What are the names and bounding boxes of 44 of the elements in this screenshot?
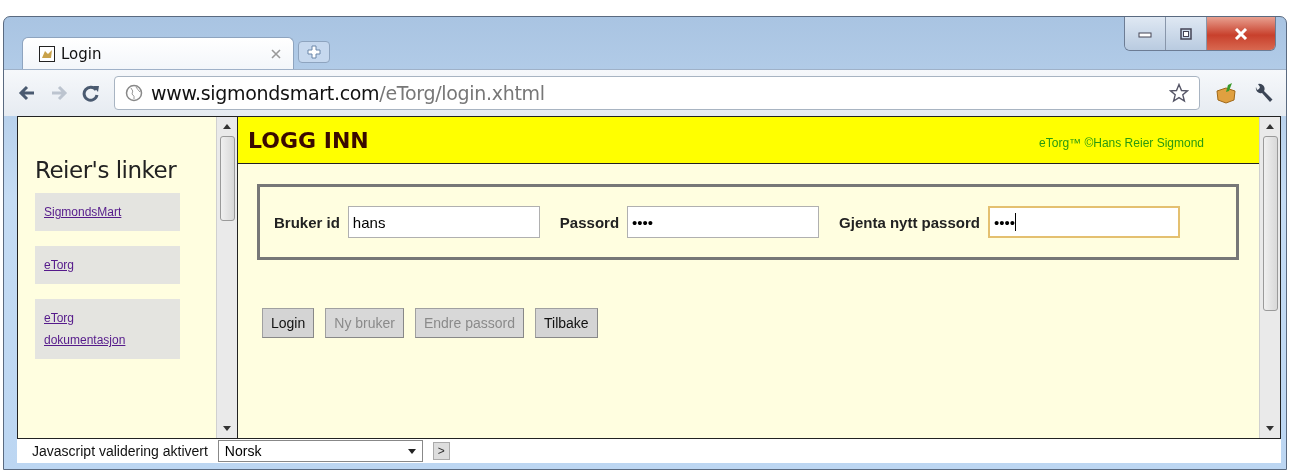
field-label: Passord xyxy=(559,213,620,231)
sidebar-link[interactable]: eTorg xyxy=(44,254,75,276)
sidebar-heading: Reier's linker xyxy=(35,157,178,183)
field-label: Gjenta nytt passord xyxy=(839,213,980,231)
dropdown-arrow-icon xyxy=(407,448,416,454)
globe-icon xyxy=(125,84,143,102)
page-title: LOGG INN xyxy=(248,127,369,153)
scrollbar[interactable] xyxy=(1259,117,1280,438)
minimize-button[interactable] xyxy=(1125,17,1165,50)
sidebar-link[interactable]: eTorg dokumentasjon xyxy=(44,307,149,351)
form-button[interactable]: Login xyxy=(262,308,315,338)
close-icon xyxy=(1234,27,1248,40)
sidebar-link[interactable]: SigmondsMart xyxy=(44,201,122,223)
url-text: www.sigmondsmart.com/eTorg/login.xhtml xyxy=(151,82,546,104)
new-tab-button[interactable] xyxy=(298,41,330,63)
reload-icon[interactable] xyxy=(82,84,100,102)
scrollbar[interactable] xyxy=(216,117,237,438)
minimize-icon xyxy=(1138,29,1152,38)
field-label: Bruker id xyxy=(274,213,340,231)
copyright-text: eTorg™ ©Hans Reier Sigmond xyxy=(1039,136,1204,150)
scroll-down-icon[interactable] xyxy=(1266,426,1274,431)
status-text: Javascript validering aktivert xyxy=(32,443,208,459)
plus-icon xyxy=(307,45,321,59)
input-field[interactable]: hans xyxy=(347,206,540,238)
scroll-up-icon[interactable] xyxy=(223,124,231,129)
box-icon[interactable] xyxy=(1214,82,1238,104)
next-button[interactable]: > xyxy=(432,442,450,460)
browser-tab[interactable]: Login xyxy=(22,37,294,69)
language-dropdown[interactable]: Norsk xyxy=(217,440,423,462)
close-tab-icon[interactable] xyxy=(271,48,281,59)
scroll-up-icon[interactable] xyxy=(1266,124,1274,129)
scroll-down-icon[interactable] xyxy=(223,426,231,431)
input-field[interactable]: •••• xyxy=(627,206,820,238)
star-icon[interactable] xyxy=(1169,83,1189,103)
back-icon[interactable] xyxy=(18,85,36,101)
favicon-icon xyxy=(39,45,55,62)
scrollbar-thumb[interactable] xyxy=(1262,136,1278,311)
input-field[interactable]: •••• xyxy=(987,206,1180,238)
maximize-icon xyxy=(1180,27,1192,40)
address-bar[interactable]: www.sigmondsmart.com/eTorg/login.xhtml xyxy=(114,76,1200,110)
form-button[interactable]: Tilbake xyxy=(535,308,598,338)
scrollbar-thumb[interactable] xyxy=(219,136,235,221)
close-button[interactable] xyxy=(1206,17,1275,50)
maximize-button[interactable] xyxy=(1165,17,1206,50)
